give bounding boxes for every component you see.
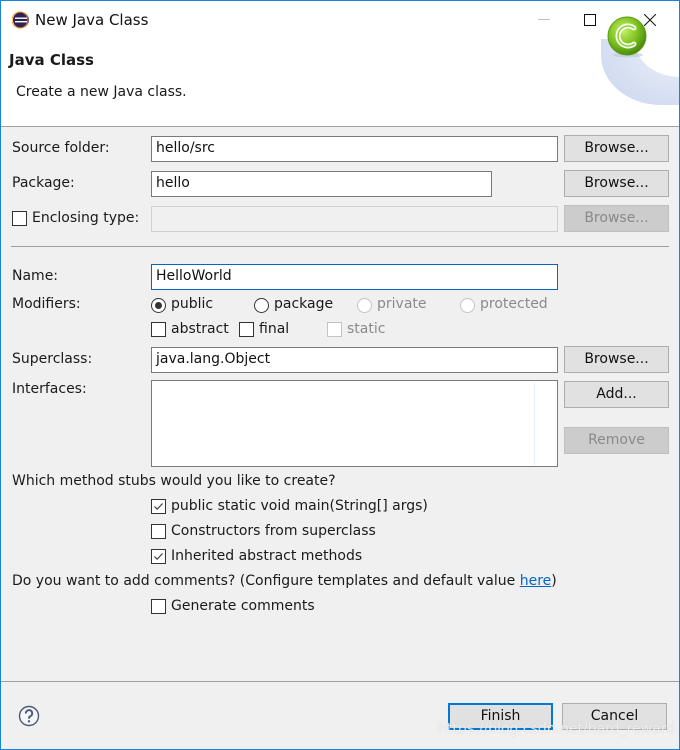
radio-selected-dot [155,302,162,309]
superclass-label: Superclass: [12,351,93,367]
eclipse-icon [12,11,29,29]
comments-question-end: ) [551,573,557,589]
inherited-methods-label: Inherited abstract methods [171,548,363,564]
interfaces-list[interactable] [151,380,558,467]
java-class-icon [607,16,647,58]
main-method-checkbox[interactable] [151,499,166,514]
class-name-input[interactable]: HelloWorld [151,264,558,290]
watermark: https://blog.csdn.net/hard_reward [438,721,676,737]
wizard-description: Create a new Java class. [16,84,187,100]
package-radio[interactable] [254,298,269,313]
new-java-class-dialog: New Java Class Java Class Create a new J… [0,0,680,750]
comments-question-text: Do you want to add comments? (Configure … [12,573,520,589]
form-separator [11,246,669,247]
enclosing-type-input [151,206,558,232]
title-bar[interactable]: New Java Class [1,1,679,39]
method-stubs-question: Which method stubs would you like to cre… [12,473,336,489]
wizard-header: Java Class Create a new Java class. [1,39,679,127]
public-radio[interactable] [151,298,166,313]
abstract-checkbox[interactable] [151,322,166,337]
static-checkbox [327,322,342,337]
checkmark-icon [154,503,163,510]
minimize-button[interactable] [521,1,567,39]
main-method-label: public static void main(String[] args) [171,498,428,514]
footer-separator [1,681,679,682]
list-column-divider [534,383,535,465]
enclosing-type-browse-button: Browse... [564,205,669,232]
maximize-icon [584,14,596,26]
modifiers-label: Modifiers: [12,296,81,312]
generate-comments-checkbox[interactable] [151,599,166,614]
final-label: final [259,321,290,337]
configure-templates-link[interactable]: here [520,573,552,589]
window-title: New Java Class [35,11,149,29]
wizard-title: Java Class [9,51,94,69]
checkmark-icon [154,553,163,560]
source-folder-label: Source folder: [12,140,110,156]
generate-comments-label: Generate comments [171,598,315,614]
package-label: Package: [12,175,75,191]
protected-radio [460,298,475,313]
comments-question: Do you want to add comments? (Configure … [12,573,557,589]
superclass-browse-button[interactable]: Browse... [564,346,669,373]
enclosing-type-label: Enclosing type: [32,210,140,226]
private-radio [357,298,372,313]
inherited-methods-checkbox[interactable] [151,549,166,564]
final-checkbox[interactable] [239,322,254,337]
protected-label: protected [480,296,548,312]
superclass-input[interactable]: java.lang.Object [151,347,558,373]
constructors-checkbox[interactable] [151,524,166,539]
enclosing-type-checkbox[interactable] [12,211,27,226]
source-folder-browse-button[interactable]: Browse... [564,135,669,162]
package-browse-button[interactable]: Browse... [564,170,669,197]
private-label: private [377,296,427,312]
help-icon[interactable] [18,705,40,727]
remove-interface-button: Remove [564,427,669,454]
abstract-label: abstract [171,321,229,337]
package-input[interactable]: hello [151,171,492,197]
minimize-icon [538,19,550,20]
add-interface-button[interactable]: Add... [564,381,669,408]
package-access-label: package [274,296,334,312]
interfaces-label: Interfaces: [12,381,87,397]
name-label: Name: [12,268,59,284]
source-folder-input[interactable]: hello/src [151,136,558,162]
static-label: static [347,321,386,337]
constructors-label: Constructors from superclass [171,523,376,539]
public-label: public [171,296,214,312]
